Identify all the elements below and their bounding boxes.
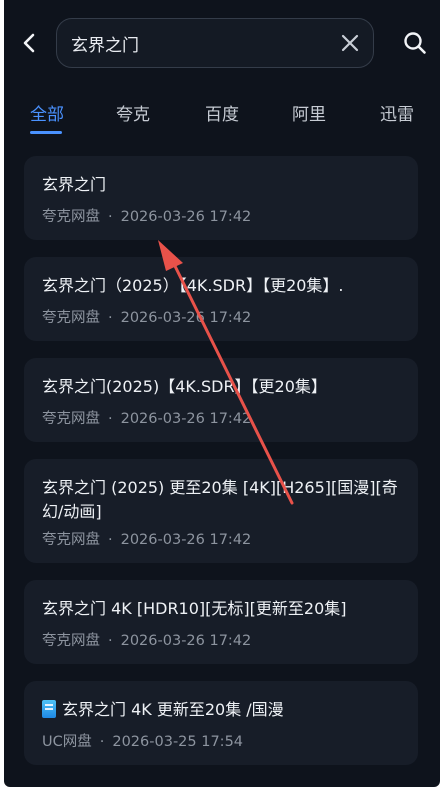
result-source: 夸克网盘 <box>42 633 100 649</box>
result-meta: 夸克网盘 · 2026-03-26 17:42 <box>42 411 252 427</box>
result-card[interactable]: 玄界之门 (2025) 更至20集 [4K][H265][国漫][奇幻/动画] … <box>24 459 418 563</box>
result-time: 2026-03-26 17:42 <box>120 532 252 548</box>
result-time: 2026-03-25 17:54 <box>112 734 244 750</box>
result-card[interactable]: 玄界之门(2025)【4K.SDR】【更20集】 夸克网盘 · 2026-03-26… <box>24 358 418 442</box>
result-source: 夸克网盘 <box>42 411 100 427</box>
result-title: 玄界之门（2025）【4K.SDR】【更20集】. <box>42 276 344 295</box>
result-title-text: 玄界之门 4K 更新至20集 /国漫 <box>62 700 284 719</box>
result-meta: 夸克网盘 · 2026-03-26 17:42 <box>42 532 252 548</box>
result-time: 2026-03-26 17:42 <box>120 633 252 649</box>
result-source: UC网盘 <box>42 734 92 750</box>
result-title: 玄界之门 <box>42 175 107 194</box>
result-title: 玄界之门 (2025) 更至20集 [4K][H265][国漫][奇幻/动画] <box>42 478 398 521</box>
result-time: 2026-03-26 17:42 <box>120 310 252 326</box>
result-card[interactable]: 玄界之门 4K [HDR10][无标][更新至20集] 夸克网盘 · 2026-03… <box>24 580 418 664</box>
result-title: 玄界之门 4K [HDR10][无标][更新至20集] <box>42 599 347 618</box>
result-list: 玄界之门 夸克网盘 · 2026-03-26 17:42 玄界之门（2025）【4K… <box>4 0 440 787</box>
result-source: 夸克网盘 <box>42 209 100 225</box>
result-title: 玄界之门(2025)【4K.SDR】【更20集】 <box>42 377 327 396</box>
app-screen: 全部 夸克 百度 阿里 迅雷 玄界之门 夸克网盘·2026-03-26 17:4… <box>4 0 440 787</box>
folder-emoji-icon <box>42 700 56 718</box>
result-time: 2026-03-26 17:42 <box>120 411 252 427</box>
result-source: 夸克网盘 <box>42 532 100 548</box>
result-meta: 夸克网盘 · 2026-03-26 17:42 <box>42 310 252 326</box>
result-meta: 夸克网盘 · 2026-03-26 17:42 <box>42 209 252 225</box>
result-title: 玄界之门 4K 更新至20集 /国漫 <box>42 698 400 722</box>
result-meta: UC网盘 · 2026-03-25 17:54 <box>42 734 244 750</box>
result-time: 2026-03-26 17:42 <box>120 209 252 225</box>
result-meta: 夸克网盘 · 2026-03-26 17:42 <box>42 633 252 649</box>
result-card[interactable]: 玄界之门（2025）【4K.SDR】【更20集】. 夸克网盘 · 2026-03-2… <box>24 257 418 341</box>
result-source: 夸克网盘 <box>42 310 100 326</box>
result-card[interactable]: 玄界之门 夸克网盘 · 2026-03-26 17:42 <box>24 156 418 240</box>
result-card[interactable]: 玄界之门 4K 更新至20集 /国漫 UC网盘 · 2026-03-25 17:54 <box>24 681 418 765</box>
